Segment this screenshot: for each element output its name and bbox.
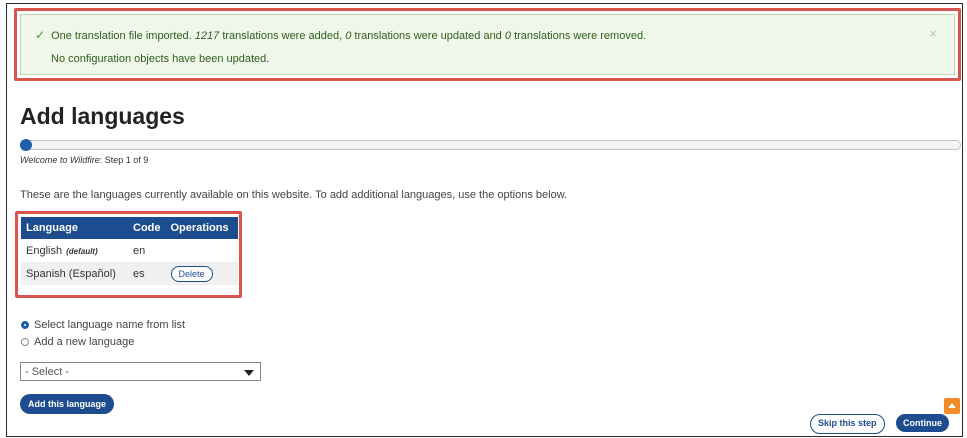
radio-checked[interactable] xyxy=(21,321,29,329)
close-icon[interactable]: × xyxy=(929,26,937,41)
select-value: - Select - xyxy=(25,366,70,378)
radio-unchecked[interactable] xyxy=(21,338,29,346)
skip-step-button[interactable]: Skip this step xyxy=(810,414,885,434)
page-title: Add languages xyxy=(20,103,185,129)
intro-text: These are the languages currently availa… xyxy=(20,189,568,201)
languages-table: Language Code Operations English (default… xyxy=(21,217,238,285)
checkmark-icon: ✓ xyxy=(35,28,46,42)
progress-indicator xyxy=(20,139,32,151)
radio-option-select-from-list[interactable]: Select language name from list xyxy=(21,319,185,331)
table-header-row: Language Code Operations xyxy=(21,217,238,239)
status-message: ✓ One translation file imported. 1217 tra… xyxy=(20,14,955,75)
delete-button[interactable]: Delete xyxy=(170,265,213,282)
add-language-button[interactable]: Add this language xyxy=(20,394,115,414)
language-select[interactable]: - Select - xyxy=(20,362,261,381)
radio-label: Select language name from list xyxy=(34,319,186,331)
step-text: : Step 1 of 9 xyxy=(99,155,149,165)
operations-cell: Delete xyxy=(165,262,238,285)
message-line-1: ✓ One translation file imported. 1217 tra… xyxy=(35,28,647,42)
radio-option-add-new[interactable]: Add a new language xyxy=(21,336,134,348)
language-cell: Spanish (Español) xyxy=(21,262,128,285)
header-language: Language xyxy=(21,217,128,239)
operations-cell xyxy=(165,239,238,262)
continue-button[interactable]: Continue xyxy=(896,414,949,432)
code-cell: en xyxy=(128,239,166,262)
updated-count: 0 xyxy=(345,30,352,42)
radio-label: Add a new language xyxy=(34,336,135,348)
message-line-2: No configuration objects have been updat… xyxy=(51,53,270,65)
table-row: Spanish (Español) es Delete xyxy=(21,262,238,285)
imported-count: 1217 xyxy=(194,30,220,42)
removed-count: 0 xyxy=(504,30,511,42)
scroll-to-top-icon[interactable] xyxy=(944,398,960,414)
table-row: English (default) en xyxy=(21,239,238,262)
chevron-down-icon xyxy=(244,370,254,376)
header-operations: Operations xyxy=(165,217,238,239)
step-site-name: Welcome to Wildfire xyxy=(20,155,100,165)
code-cell: es xyxy=(128,262,166,285)
step-indicator: Welcome to Wildfire: Step 1 of 9 xyxy=(20,155,148,165)
language-cell: English (default) xyxy=(21,239,128,262)
default-tag: (default) xyxy=(66,246,98,256)
header-code: Code xyxy=(128,217,166,239)
progress-bar xyxy=(20,139,961,151)
